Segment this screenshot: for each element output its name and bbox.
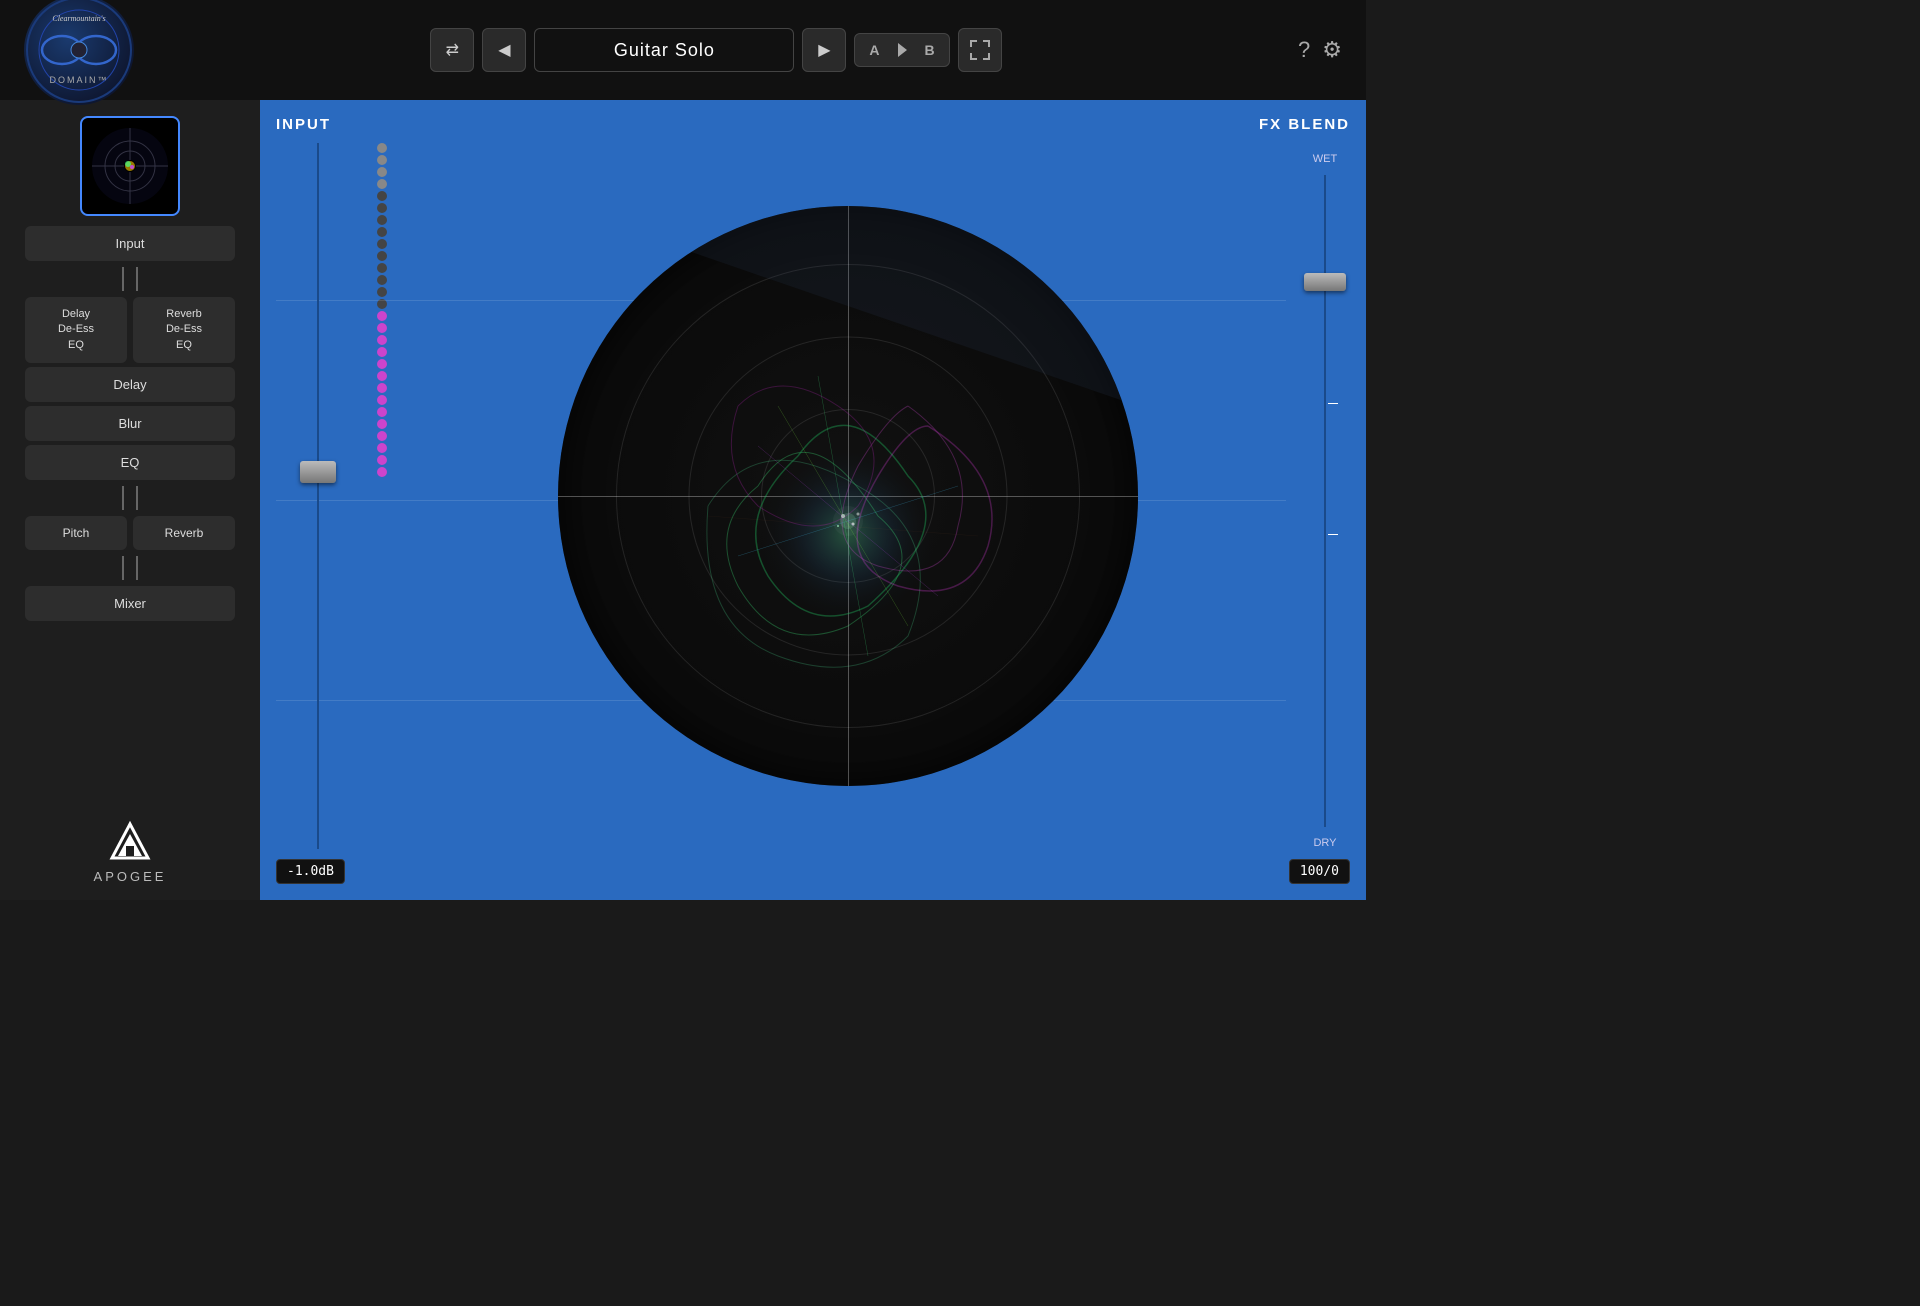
sidebar: Input DelayDe-EssEQ ReverbDe-EssEQ Delay… bbox=[0, 100, 260, 900]
vu-dot bbox=[377, 251, 387, 261]
panel-top: INPUT FX BLEND bbox=[276, 116, 1350, 133]
vu-dot-active bbox=[377, 467, 387, 477]
nav-row-pitch-reverb: Pitch Reverb bbox=[25, 516, 235, 550]
radar-preview[interactable] bbox=[80, 116, 180, 216]
vu-dot bbox=[377, 215, 387, 225]
nav-mixer[interactable]: Mixer bbox=[25, 586, 235, 621]
svg-text:Clearmountain's: Clearmountain's bbox=[52, 14, 105, 23]
prev-button[interactable]: ◀ bbox=[482, 28, 526, 72]
radar-circle bbox=[558, 206, 1138, 786]
transport-area: ⇄ ◀ Guitar Solo ▶ A B bbox=[430, 28, 1001, 72]
radar-display bbox=[408, 143, 1288, 849]
nav-reverb-deess-eq[interactable]: ReverbDe-EssEQ bbox=[133, 297, 235, 363]
vu-dot-active bbox=[377, 311, 387, 321]
fx-blend-label: FX BLEND bbox=[1259, 116, 1350, 133]
top-bar: Clearmountain's DOMAIN™ ⇄ ◀ Guitar Solo … bbox=[0, 0, 1366, 100]
vu-dot-active bbox=[377, 431, 387, 441]
nav-blur[interactable]: Blur bbox=[25, 406, 235, 441]
vu-dot-active bbox=[377, 443, 387, 453]
panel-bottom: -1.0dB 100/0 bbox=[276, 859, 1350, 884]
fader-handle[interactable] bbox=[300, 461, 336, 483]
fader-value-display: -1.0dB bbox=[276, 859, 345, 884]
eq-sliders bbox=[122, 486, 138, 510]
ab-play-icon[interactable] bbox=[898, 43, 907, 57]
apogee-label: APOGEE bbox=[94, 869, 167, 884]
nav-delay[interactable]: Delay bbox=[25, 367, 235, 402]
pitch-reverb-sliders bbox=[122, 556, 138, 580]
main-panel: INPUT FX BLEND bbox=[260, 100, 1366, 900]
vu-dot-active bbox=[377, 371, 387, 381]
preset-name: Guitar Solo bbox=[534, 28, 794, 72]
help-button[interactable]: ? bbox=[1298, 37, 1310, 63]
app-logo: Clearmountain's DOMAIN™ bbox=[24, 0, 134, 105]
nav-delay-deess-eq[interactable]: DelayDe-EssEQ bbox=[25, 297, 127, 363]
fx-tick-1 bbox=[1328, 403, 1338, 404]
vu-dot-active bbox=[377, 359, 387, 369]
vu-dot bbox=[377, 299, 387, 309]
vu-dot-active bbox=[377, 419, 387, 429]
main-fader bbox=[276, 143, 360, 849]
input-sliders bbox=[122, 267, 138, 291]
vu-dot-active bbox=[377, 407, 387, 417]
fader-vu-area bbox=[276, 143, 396, 849]
apogee-icon bbox=[108, 820, 152, 864]
ab-b-button[interactable]: B bbox=[911, 34, 949, 66]
vu-dot bbox=[377, 227, 387, 237]
apogee-logo: APOGEE bbox=[94, 820, 167, 884]
vu-dot bbox=[377, 275, 387, 285]
vu-meter bbox=[368, 143, 396, 849]
vu-dot bbox=[377, 155, 387, 165]
next-button[interactable]: ▶ bbox=[802, 28, 846, 72]
sidebar-nav: Input DelayDe-EssEQ ReverbDe-EssEQ Delay… bbox=[12, 226, 248, 621]
nav-reverb[interactable]: Reverb bbox=[133, 516, 235, 550]
vu-dot bbox=[377, 167, 387, 177]
dry-label: DRY bbox=[1313, 837, 1336, 849]
vu-dot bbox=[377, 191, 387, 201]
fx-tick-2 bbox=[1328, 534, 1338, 535]
vu-dot-active bbox=[377, 395, 387, 405]
input-label: INPUT bbox=[276, 116, 331, 133]
radar-visualization bbox=[558, 206, 1138, 786]
vu-dot-active bbox=[377, 323, 387, 333]
svg-text:DOMAIN™: DOMAIN™ bbox=[50, 75, 109, 85]
vu-dot bbox=[377, 287, 387, 297]
vu-dot bbox=[377, 143, 387, 153]
ab-group: A B bbox=[854, 33, 949, 67]
vu-dot bbox=[377, 203, 387, 213]
wet-label: WET bbox=[1313, 153, 1337, 165]
settings-button[interactable]: ⚙ bbox=[1322, 37, 1342, 63]
ab-a-button[interactable]: A bbox=[855, 34, 893, 66]
vu-dot-active bbox=[377, 455, 387, 465]
vu-dot bbox=[377, 263, 387, 273]
vu-dot-active bbox=[377, 335, 387, 345]
panel-inner: WET DRY bbox=[276, 143, 1350, 849]
fx-blend-value-display: 100/0 bbox=[1289, 859, 1350, 884]
shuffle-button[interactable]: ⇄ bbox=[430, 28, 474, 72]
vu-dot-active bbox=[377, 383, 387, 393]
fader-track bbox=[317, 143, 319, 849]
vu-dot-active bbox=[377, 347, 387, 357]
fx-blend-area: WET DRY bbox=[1300, 143, 1350, 849]
nav-input[interactable]: Input bbox=[25, 226, 235, 261]
fx-slider-track bbox=[1324, 175, 1326, 827]
vu-dot bbox=[377, 239, 387, 249]
logo-area: Clearmountain's DOMAIN™ bbox=[24, 0, 134, 105]
vu-dot bbox=[377, 179, 387, 189]
nav-row-delay-reverb: DelayDe-EssEQ ReverbDe-EssEQ bbox=[25, 297, 235, 363]
fx-blend-handle[interactable] bbox=[1304, 273, 1346, 291]
nav-pitch[interactable]: Pitch bbox=[25, 516, 127, 550]
fullscreen-button[interactable] bbox=[958, 28, 1002, 72]
nav-eq[interactable]: EQ bbox=[25, 445, 235, 480]
main-content: Input DelayDe-EssEQ ReverbDe-EssEQ Delay… bbox=[0, 100, 1366, 900]
top-right-icons: ? ⚙ bbox=[1298, 37, 1342, 63]
